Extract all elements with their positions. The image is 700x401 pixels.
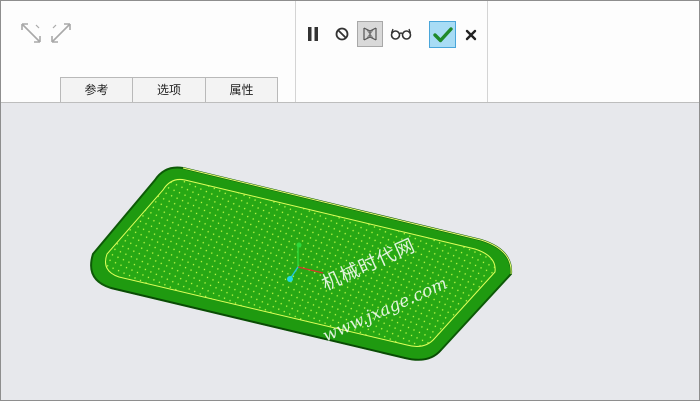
cancel-x-icon[interactable] (463, 27, 479, 43)
dashboard-tabs: 参考 选项 属性 (60, 77, 278, 102)
graphics-viewport[interactable] (1, 103, 699, 400)
arrow-collapse-icon[interactable] (49, 21, 73, 45)
arrow-expand-icon[interactable] (19, 21, 43, 45)
feature-dashboard: 参考 选项 属性 (1, 1, 699, 103)
confirm-check-icon[interactable] (429, 21, 456, 48)
geometry-preview-icon[interactable] (357, 21, 383, 47)
no-preview-icon[interactable] (333, 25, 351, 43)
ribbon-divider (487, 1, 488, 102)
tab-references[interactable]: 参考 (60, 77, 133, 102)
tab-options[interactable]: 选项 (132, 77, 206, 102)
ribbon-divider (295, 1, 296, 102)
glasses-icon[interactable] (389, 25, 413, 43)
tray-model (90, 166, 513, 361)
pause-icon[interactable] (304, 25, 322, 43)
tab-properties[interactable]: 属性 (205, 77, 278, 102)
